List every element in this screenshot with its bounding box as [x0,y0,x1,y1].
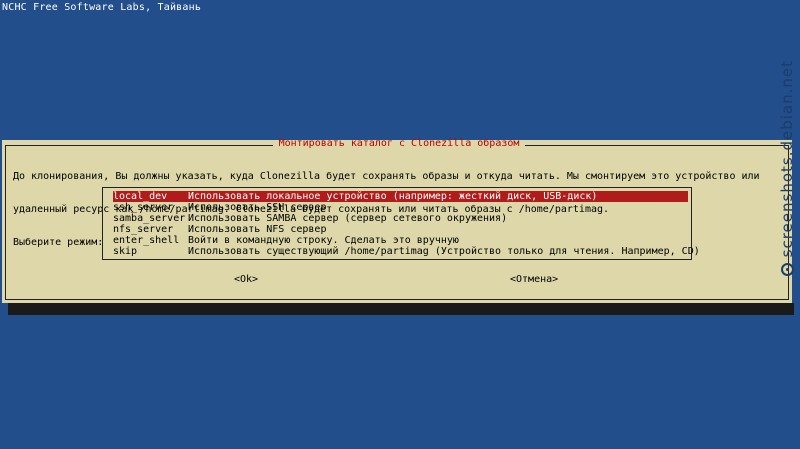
menu-item-tag: enter_shell [113,235,180,246]
menu-item-desc: Использовать SSH сервер [188,202,327,213]
menu-item-desc: Войти в командную строку. Сделать это вр… [188,235,459,246]
frame-border-top-right [525,145,789,146]
watermark: screenshots.debian.net [776,60,798,360]
menu-item-tag: skip [113,246,138,257]
menu-item-ssh-server[interactable]: ssh_server Использовать SSH сервер [113,202,688,213]
backtitle: NCHC Free Software Labs, Тайвань [2,2,202,13]
menu-item-tag: local_dev [113,191,168,202]
menu-item-samba-server[interactable]: samba_server Использовать SAMBA сервер (с… [113,213,688,224]
menu-item-tag: ssh_server [113,202,174,213]
menu-item-desc: Использовать NFS сервер [188,224,327,235]
mode-menu: local_dev Использовать локальное устройст… [102,187,700,260]
menu-item-desc: Использовать локальное устройство (напри… [188,191,598,202]
menu-item-desc: Использовать SAMBA сервер (сервер сетево… [188,213,508,224]
menu-item-nfs-server[interactable]: nfs_server Использовать NFS сервер [113,224,688,235]
ok-button[interactable]: <Ok> [234,274,258,286]
frame-border-top-left [5,145,273,146]
menu-item-skip[interactable]: skip Использовать существующий /home/part… [113,246,700,257]
watermark-text: screenshots.debian.net [778,60,796,258]
menu-item-tag: nfs_server [113,224,174,235]
menu-item-enter-shell[interactable]: enter_shell Войти в командную строку. Сде… [113,235,688,246]
mount-dialog: Монтировать каталог с Clonezilla образом… [2,138,792,303]
debian-swirl-icon [780,263,794,277]
dialog-shadow [8,303,794,315]
menu-item-desc: Использовать существующий /home/partimag… [188,246,700,257]
cancel-button[interactable]: <Отмена> [510,274,558,286]
menu-item-tag: samba_server [113,213,186,224]
dialog-title: Монтировать каталог с Clonezilla образом [278,138,520,149]
menu-item-local-dev[interactable]: local_dev Использовать локальное устройст… [113,191,688,202]
prompt-line: До клонирования, Вы должны указать, куда… [13,171,760,182]
